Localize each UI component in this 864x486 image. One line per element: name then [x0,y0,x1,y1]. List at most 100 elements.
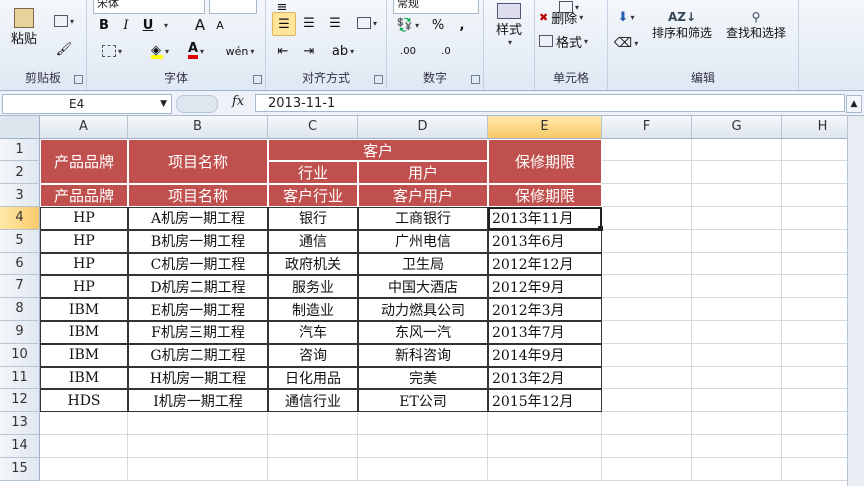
table-cell[interactable]: 2013年11月 [488,207,602,230]
name-box[interactable]: E4 ▼ [2,94,172,114]
row-header-2[interactable]: 2 [0,161,40,184]
table-cell[interactable]: IBM [40,298,128,321]
grid-cell[interactable] [602,229,692,253]
row-header-5[interactable]: 5 [0,229,40,253]
formula-input[interactable]: 2013-11-1 [255,94,845,112]
alignment-launcher-icon[interactable] [374,75,383,84]
grid-cell[interactable] [692,207,782,230]
grid-cell[interactable] [268,457,358,481]
grid-cell[interactable] [602,161,692,184]
column-header-f[interactable]: F [602,116,692,139]
decrease-decimal-button[interactable]: .0 [431,40,461,62]
table-cell[interactable]: F机房三期工程 [128,321,268,344]
underline-button[interactable]: U [139,14,157,36]
styles-button[interactable]: 样式 ▾ [488,0,530,50]
row-header-10[interactable]: 10 [0,343,40,367]
grid-cell[interactable] [692,252,782,276]
row-header-9[interactable]: 9 [0,321,40,344]
column-header-d[interactable]: D [358,116,488,139]
grid-cell[interactable] [488,412,602,435]
table-cell[interactable]: 政府机关 [268,252,358,276]
grid-cell[interactable] [268,412,358,435]
table-cell[interactable]: 咨询 [268,343,358,367]
paste-button[interactable]: 粘贴 [4,2,44,52]
header-row3-cell[interactable]: 客户用户 [358,184,488,207]
table-cell[interactable]: 汽车 [268,321,358,344]
name-box-dropdown-icon[interactable]: ▼ [160,95,167,113]
grid-cell[interactable] [488,435,602,458]
grow-font-button[interactable]: A [191,14,209,36]
table-cell[interactable]: I机房一期工程 [128,389,268,413]
table-cell[interactable]: IBM [40,321,128,344]
table-cell[interactable]: 完美 [358,366,488,390]
grid-cell[interactable] [358,412,488,435]
grid-cell[interactable] [692,184,782,207]
accounting-format-button[interactable]: 💱 ▾ [393,14,423,36]
table-cell[interactable]: 2013年6月 [488,229,602,253]
row-header-8[interactable]: 8 [0,298,40,321]
table-cell[interactable]: 服务业 [268,275,358,299]
sort-filter-button[interactable]: AZ↓ 排序和筛选 [644,0,720,50]
grid-cell[interactable] [692,275,782,299]
grid-cell[interactable] [268,435,358,458]
table-cell[interactable]: IBM [40,343,128,367]
header-brand-cell[interactable]: 产品品牌 [40,139,128,184]
table-cell[interactable]: HDS [40,389,128,413]
comma-button[interactable]: , [453,14,471,36]
table-cell[interactable]: A机房一期工程 [128,207,268,230]
grid-cell[interactable] [602,298,692,321]
bold-button[interactable]: B [95,14,113,36]
table-cell[interactable]: 制造业 [268,298,358,321]
row-header-13[interactable]: 13 [0,412,40,435]
find-select-button[interactable]: ⚲ 查找和选择 [718,0,794,50]
header-warranty-cell[interactable]: 保修期限 [488,139,602,184]
align-right-button[interactable]: ☰ [324,12,346,34]
table-cell[interactable]: 卫生局 [358,252,488,276]
select-all-corner[interactable] [0,116,40,139]
border-button[interactable]: ▾ [95,40,129,62]
worksheet-grid[interactable]: A B C D E F G H 1 2 3 4 5 6 7 8 9 10 11 12 13 14 15 产品品牌 项目名称 客户行… [0,116,864,486]
table-cell[interactable]: 2012年9月 [488,275,602,299]
table-cell[interactable]: 2013年2月 [488,366,602,390]
header-row3-cell[interactable]: 项目名称 [128,184,268,207]
increase-decimal-button[interactable]: .00 [393,40,423,62]
grid-cell[interactable] [488,457,602,481]
row-header-3[interactable]: 3 [0,184,40,207]
grid-cell[interactable] [602,321,692,344]
table-cell[interactable]: 通信行业 [268,389,358,413]
align-center-button[interactable]: ☰ [298,12,320,34]
italic-button[interactable]: I [117,14,135,36]
grid-cell[interactable] [692,161,782,184]
table-cell[interactable]: HP [40,229,128,253]
header-user-cell[interactable]: 用户 [358,161,488,184]
align-left-button[interactable]: ☰ [272,12,296,36]
header-industry-cell[interactable]: 行业 [268,161,358,184]
row-header-14[interactable]: 14 [0,435,40,458]
table-cell[interactable]: D机房二期工程 [128,275,268,299]
table-cell[interactable]: H机房一期工程 [128,366,268,390]
clipboard-launcher-icon[interactable] [74,75,83,84]
row-header-11[interactable]: 11 [0,366,40,390]
grid-cell[interactable] [602,275,692,299]
grid-cell[interactable] [692,389,782,413]
grid-cell[interactable] [602,207,692,230]
grid-cell[interactable] [128,435,268,458]
grid-cell[interactable] [602,366,692,390]
table-cell[interactable]: 2013年7月 [488,321,602,344]
table-cell[interactable]: 广州电信 [358,229,488,253]
format-painter-button[interactable]: 🖌 [50,38,78,60]
table-cell[interactable]: 动力燃具公司 [358,298,488,321]
grid-cell[interactable] [692,229,782,253]
decrease-indent-button[interactable]: ⇤ [272,40,294,62]
table-cell[interactable]: 中国大酒店 [358,275,488,299]
fill-color-button[interactable]: ◈ ▾ [145,40,175,62]
table-cell[interactable]: 东风一汽 [358,321,488,344]
grid-cell[interactable] [128,457,268,481]
grid-cell[interactable] [358,457,488,481]
table-cell[interactable]: 2014年9月 [488,343,602,367]
row-header-6[interactable]: 6 [0,252,40,276]
grid-cell[interactable] [692,457,782,481]
table-cell[interactable]: E机房一期工程 [128,298,268,321]
underline-dropdown-icon[interactable]: ▾ [161,14,169,36]
delete-button[interactable]: ✖ 删除 ▾ [539,6,601,28]
